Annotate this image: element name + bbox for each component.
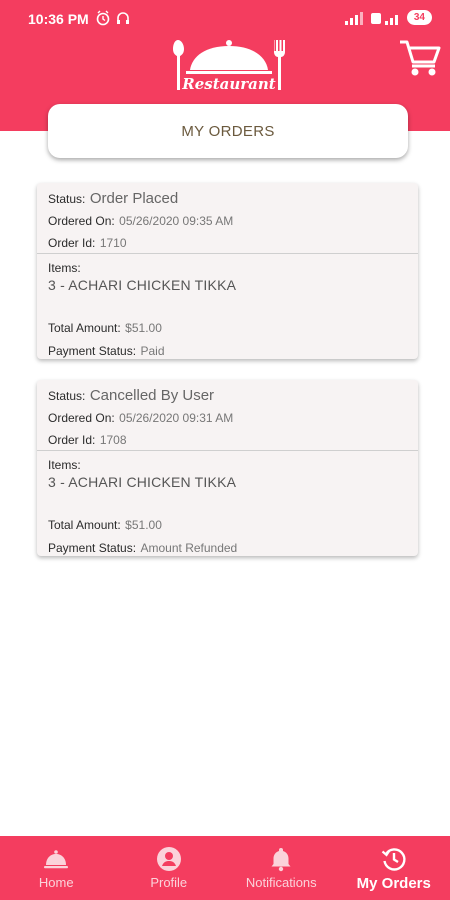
bell-icon <box>271 848 291 872</box>
order-id-label: Order Id: <box>48 236 96 250</box>
ordered-on-value: 05/26/2020 09:35 AM <box>119 214 234 228</box>
alarm-icon <box>96 10 132 31</box>
payment-status-label: Payment Status: <box>48 541 137 555</box>
payment-status-label: Payment Status: <box>48 344 137 358</box>
page-title: MY ORDERS <box>181 122 275 140</box>
battery-icon: 34 <box>406 10 432 25</box>
total-amount-label: Total Amount: <box>48 321 121 335</box>
nav-home[interactable]: Home <box>0 836 113 900</box>
order-status: Cancelled By User <box>89 387 215 404</box>
nav-home-label: Home <box>38 875 74 890</box>
order-id-value: 1708 <box>99 433 127 447</box>
logo-text: Restaurant <box>181 75 276 93</box>
order-card[interactable]: Status: Order Placed Ordered On: 05/26/2… <box>37 183 418 359</box>
nav-notifications[interactable]: Notifications <box>225 836 338 900</box>
status-label: Status: <box>48 389 86 403</box>
status-label: Status: <box>48 192 86 206</box>
status-time: 10:36 PM <box>28 11 89 27</box>
total-amount-value: $51.00 <box>125 321 162 335</box>
order-card[interactable]: Status: Cancelled By User Ordered On: 05… <box>37 380 418 556</box>
items-label: Items: <box>48 261 81 275</box>
total-amount-value: $51.00 <box>125 518 162 532</box>
nav-my-orders-label: My Orders <box>356 875 431 892</box>
status-bar: 10:36 PM 34 <box>0 0 450 38</box>
cloche-icon <box>44 850 69 869</box>
items-label: Items: <box>48 458 81 472</box>
restaurant-logo: Restaurant <box>173 40 285 93</box>
page-title-card: MY ORDERS <box>48 104 408 158</box>
order-id-value: 1710 <box>99 236 127 250</box>
nav-profile[interactable]: Profile <box>113 836 226 900</box>
bottom-navigation: Home Profile Notifications My Orders <box>0 836 450 900</box>
payment-status-value: Amount Refunded <box>140 541 238 555</box>
order-items: 3 - ACHARI CHICKEN TIKKA <box>48 474 237 490</box>
order-items: 3 - ACHARI CHICKEN TIKKA <box>48 277 237 293</box>
signal-icon-2 <box>370 12 398 25</box>
order-status: Order Placed <box>89 190 179 207</box>
history-icon <box>381 848 406 871</box>
nav-my-orders[interactable]: My Orders <box>338 836 450 900</box>
ordered-on-label: Ordered On: <box>48 214 115 228</box>
signal-icon <box>344 11 363 25</box>
ordered-on-label: Ordered On: <box>48 411 115 425</box>
card-divider <box>37 450 418 451</box>
card-divider <box>37 253 418 254</box>
ordered-on-value: 05/26/2020 09:31 AM <box>119 411 234 425</box>
total-amount-label: Total Amount: <box>48 518 121 532</box>
nav-notifications-label: Notifications <box>245 875 317 890</box>
person-icon <box>156 847 181 871</box>
order-id-label: Order Id: <box>48 433 96 447</box>
cart-icon[interactable] <box>398 38 442 78</box>
nav-profile-label: Profile <box>150 875 188 890</box>
payment-status-value: Paid <box>140 344 165 358</box>
